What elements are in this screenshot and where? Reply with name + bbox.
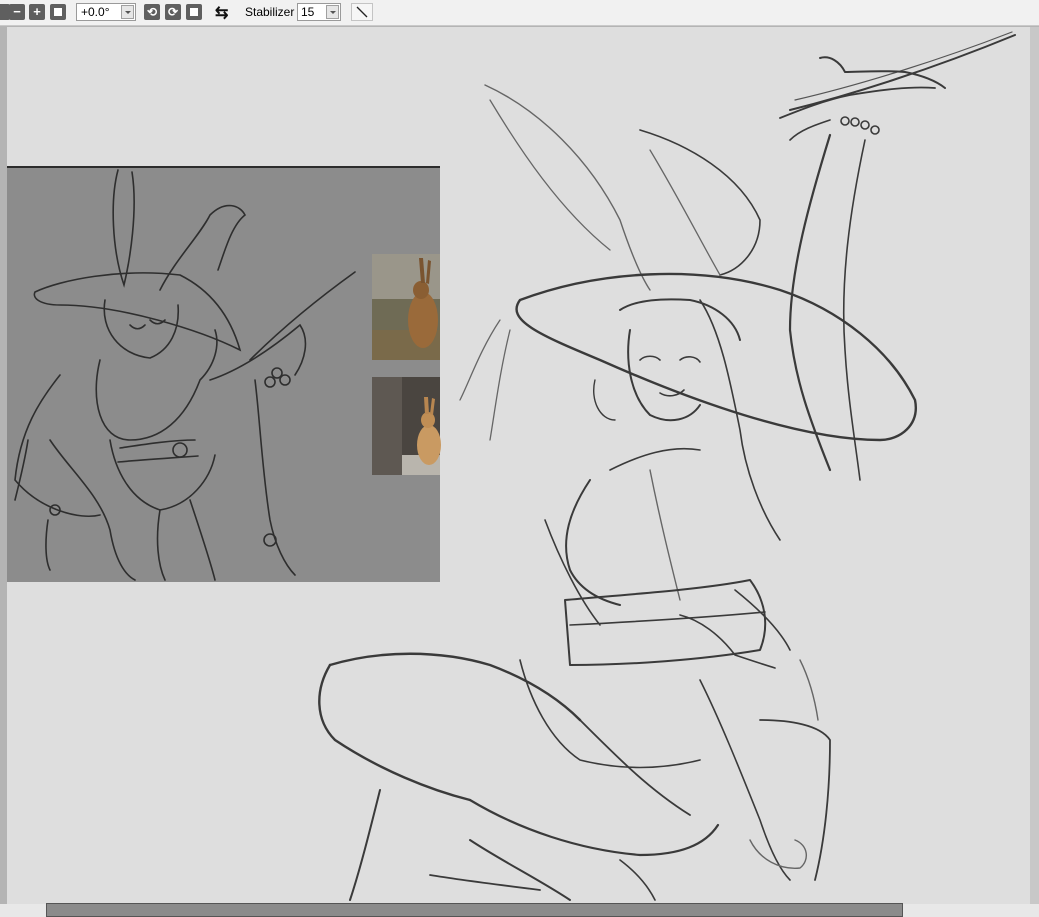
stabilizer-value: 15	[301, 5, 315, 19]
rotate-left-button[interactable]: ⟲	[144, 4, 160, 20]
drawing-canvas[interactable]	[7, 27, 1030, 904]
rotation-field[interactable]: +0.0°	[76, 3, 136, 21]
zoom-out-button[interactable]: −	[9, 4, 25, 20]
rotation-value: +0.0°	[81, 5, 110, 19]
horizontal-scrollbar-thumb[interactable]	[46, 903, 903, 917]
plus-icon: +	[33, 4, 41, 19]
canvas-left-margin	[0, 27, 7, 904]
line-tool-button[interactable]	[351, 3, 373, 21]
flip-icon: ⇆	[215, 5, 229, 22]
reset-rotation-button[interactable]	[186, 4, 202, 20]
fit-view-button[interactable]	[50, 4, 66, 20]
flip-horizontal-button[interactable]: ⇆	[215, 3, 228, 23]
minus-icon: −	[13, 4, 21, 19]
vertical-scrollbar[interactable]	[1030, 27, 1039, 904]
stabilizer-label: Stabilizer	[245, 5, 295, 19]
canvas-toolbar: − + +0.0° ⟲ ⟳ ⇆ Stabilizer 15	[0, 0, 1039, 26]
reference-photo-hare	[372, 254, 440, 360]
rotate-right-icon: ⟳	[167, 5, 179, 19]
reference-photo-rabbit	[372, 377, 441, 475]
canvas-artwork	[7, 31, 1016, 901]
rotation-dropdown-arrow[interactable]	[121, 5, 134, 19]
reference-sketch-panel	[7, 166, 440, 582]
rotate-left-icon: ⟲	[146, 5, 158, 19]
stabilizer-dropdown-arrow[interactable]	[326, 5, 339, 19]
zoom-in-button[interactable]: +	[29, 4, 45, 20]
line-tool-icon	[356, 6, 368, 18]
stabilizer-field[interactable]: 15	[297, 3, 341, 21]
rotate-right-button[interactable]: ⟳	[165, 4, 181, 20]
